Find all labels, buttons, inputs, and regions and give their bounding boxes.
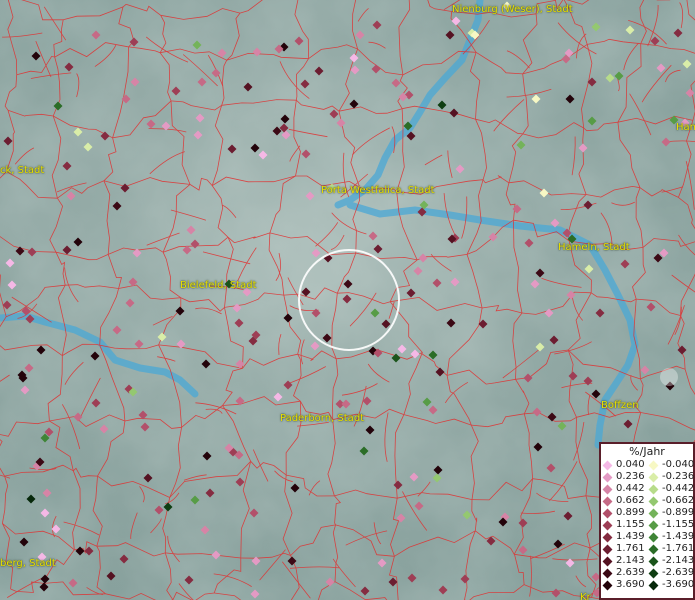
legend-item-positive: 0.442	[601, 483, 647, 495]
legend-row: 1.439 -1.439	[601, 531, 695, 543]
legend-value-positive: 0.236	[616, 471, 645, 482]
city-label-berg: berg, Stadt	[0, 558, 56, 569]
legend-value-negative: -0.236	[662, 471, 695, 482]
legend-swatch-negative	[648, 460, 659, 470]
legend-value-positive: 1.155	[616, 519, 645, 530]
legend-swatch-negative	[648, 484, 659, 494]
legend-row: 0.442 -0.442	[601, 483, 695, 495]
city-label-hameln: Hameln, Stadt	[558, 242, 630, 253]
city-label-porta-westfalica: Porta Westfalica, Stadt	[321, 185, 435, 196]
legend-item-negative: -2.143	[647, 555, 695, 567]
legend-value-negative: -0.040	[662, 459, 695, 470]
legend-swatch-positive	[602, 520, 613, 530]
city-label-boffzen: Boffzen	[601, 400, 639, 411]
legend-value-positive: 3.690	[616, 579, 645, 590]
legend-row: 0.899 -0.899	[601, 507, 695, 519]
legend-item-negative: -1.761	[647, 543, 695, 555]
legend-item-positive: 0.040	[601, 459, 647, 471]
legend-panel: %/Jahr 0.040 -0.040 0.236 -0.236 0.442 -0.442…	[599, 442, 695, 600]
legend-row: 3.690 -3.690	[601, 579, 695, 591]
city-label-kr: Kr	[580, 592, 591, 600]
legend-row: 1.761 -1.761	[601, 543, 695, 555]
legend-value-positive: 2.143	[616, 555, 645, 566]
legend-row: 1.155 -1.155	[601, 519, 695, 531]
legend-swatch-negative	[648, 580, 659, 590]
legend-value-negative: -0.662	[662, 495, 695, 506]
legend-value-negative: -0.442	[662, 483, 695, 494]
legend-item-positive: 0.899	[601, 507, 647, 519]
legend-item-negative: -0.442	[647, 483, 695, 495]
legend-item-negative: -1.155	[647, 519, 695, 531]
legend-swatch-negative	[648, 472, 659, 482]
legend-title: %/Jahr	[629, 445, 665, 458]
legend-row: 2.639 -2.639	[601, 567, 695, 579]
legend-value-negative: -1.761	[662, 543, 695, 554]
legend-row: 0.040 -0.040	[601, 459, 695, 471]
legend-value-positive: 2.639	[616, 567, 645, 578]
legend-item-positive: 2.639	[601, 567, 647, 579]
legend-item-negative: -0.662	[647, 495, 695, 507]
legend-value-positive: 0.442	[616, 483, 645, 494]
legend-value-positive: 0.899	[616, 507, 645, 518]
legend-value-negative: -3.690	[662, 579, 695, 590]
legend-row: 0.662 -0.662	[601, 495, 695, 507]
legend-value-positive: 1.439	[616, 531, 645, 542]
legend-swatch-negative	[648, 544, 659, 554]
city-label-ck: ck, Stadt	[0, 165, 45, 176]
legend-item-positive: 1.761	[601, 543, 647, 555]
legend-item-positive: 3.690	[601, 579, 647, 591]
legend-row: 0.236 -0.236	[601, 471, 695, 483]
map-canvas[interactable]	[0, 0, 695, 600]
legend-value-negative: -1.155	[662, 519, 695, 530]
legend-item-negative: -2.639	[647, 567, 695, 579]
legend-swatch-positive	[602, 532, 613, 542]
legend-row: 2.143 -2.143	[601, 555, 695, 567]
legend-swatch-positive	[602, 544, 613, 554]
legend-swatch-negative	[648, 532, 659, 542]
legend-swatch-negative	[648, 508, 659, 518]
city-label-ham: Ham	[676, 122, 695, 133]
legend-value-negative: -1.439	[662, 531, 695, 542]
legend-value-positive: 1.761	[616, 543, 645, 554]
map-view[interactable]: Nienburg (Weser), Stadt Porta Westfalica…	[0, 0, 695, 600]
legend-swatch-negative	[648, 520, 659, 530]
city-label-nienburg: Nienburg (Weser), Stadt	[452, 4, 573, 15]
legend-swatch-positive	[602, 580, 613, 590]
legend-item-negative: -0.236	[647, 471, 695, 483]
city-label-paderborn: Paderborn, Stadt	[280, 413, 365, 424]
legend-value-positive: 0.040	[616, 459, 645, 470]
legend-item-negative: -0.899	[647, 507, 695, 519]
highlight-marker	[660, 368, 678, 386]
legend-rows: 0.040 -0.040 0.236 -0.236 0.442 -0.442 0.662 -0…	[601, 459, 695, 591]
legend-value-negative: -0.899	[662, 507, 695, 518]
legend-item-positive: 0.662	[601, 495, 647, 507]
legend-item-positive: 2.143	[601, 555, 647, 567]
legend-item-negative: -3.690	[647, 579, 695, 591]
legend-swatch-positive	[602, 556, 613, 566]
legend-swatch-negative	[648, 556, 659, 566]
legend-value-negative: -2.143	[662, 555, 695, 566]
legend-swatch-negative	[648, 496, 659, 506]
legend-swatch-positive	[602, 496, 613, 506]
legend-swatch-positive	[602, 472, 613, 482]
legend-item-positive: 1.439	[601, 531, 647, 543]
legend-swatch-positive	[602, 568, 613, 578]
legend-value-positive: 0.662	[616, 495, 645, 506]
legend-swatch-positive	[602, 484, 613, 494]
city-label-bielefeld: Bielefeld, Stadt	[180, 280, 257, 291]
legend-item-positive: 0.236	[601, 471, 647, 483]
legend-swatch-negative	[648, 568, 659, 578]
legend-swatch-positive	[602, 508, 613, 518]
legend-item-positive: 1.155	[601, 519, 647, 531]
legend-item-negative: -0.040	[647, 459, 695, 471]
legend-item-negative: -1.439	[647, 531, 695, 543]
legend-value-negative: -2.639	[662, 567, 695, 578]
legend-swatch-positive	[602, 460, 613, 470]
